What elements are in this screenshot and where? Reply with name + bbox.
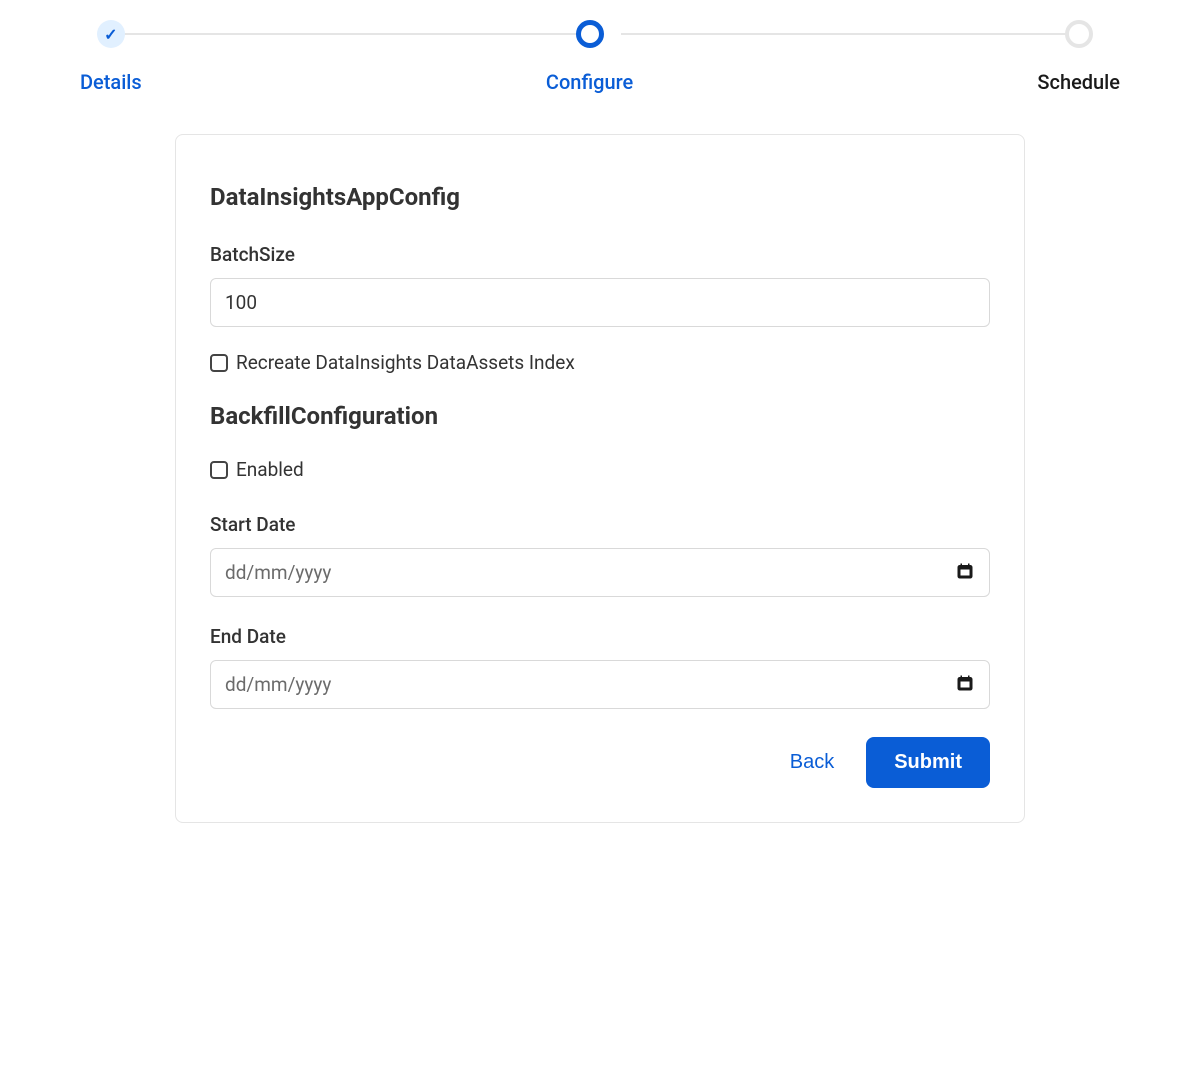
check-icon: ✓: [104, 25, 117, 44]
end-date-label: End Date: [210, 625, 990, 648]
step-circle-completed: ✓: [97, 20, 125, 48]
button-row: Back Submit: [210, 737, 990, 788]
back-button[interactable]: Back: [782, 739, 842, 786]
step-label: Schedule: [1037, 70, 1120, 94]
enabled-checkbox[interactable]: [210, 461, 228, 479]
step-circle-active: [576, 20, 604, 48]
form-card: DataInsightsAppConfig BatchSize Recreate…: [175, 134, 1025, 823]
step-schedule[interactable]: Schedule: [1037, 20, 1120, 94]
enabled-checkbox-label: Enabled: [236, 458, 304, 481]
step-circle-pending: [1065, 20, 1093, 48]
stepper-line: [110, 33, 579, 35]
enabled-checkbox-row[interactable]: Enabled: [210, 458, 990, 481]
section-title-datainsights: DataInsightsAppConfig: [210, 183, 990, 211]
stepper: ✓ Details Configure Schedule: [70, 20, 1130, 94]
end-date-input[interactable]: [210, 660, 990, 709]
recreate-checkbox-label: Recreate DataInsights DataAssets Index: [236, 351, 575, 374]
submit-button[interactable]: Submit: [866, 737, 990, 788]
batchsize-input[interactable]: [210, 278, 990, 327]
start-date-label: Start Date: [210, 513, 990, 536]
batchsize-label: BatchSize: [210, 243, 990, 266]
step-configure[interactable]: Configure: [546, 20, 633, 94]
section-title-backfill: BackfillConfiguration: [210, 402, 990, 430]
step-label: Details: [80, 70, 142, 94]
start-date-input[interactable]: [210, 548, 990, 597]
recreate-checkbox-row[interactable]: Recreate DataInsights DataAssets Index: [210, 351, 990, 374]
step-label: Configure: [546, 70, 633, 94]
step-details[interactable]: ✓ Details: [80, 20, 142, 94]
stepper-line: [621, 33, 1090, 35]
recreate-checkbox[interactable]: [210, 354, 228, 372]
